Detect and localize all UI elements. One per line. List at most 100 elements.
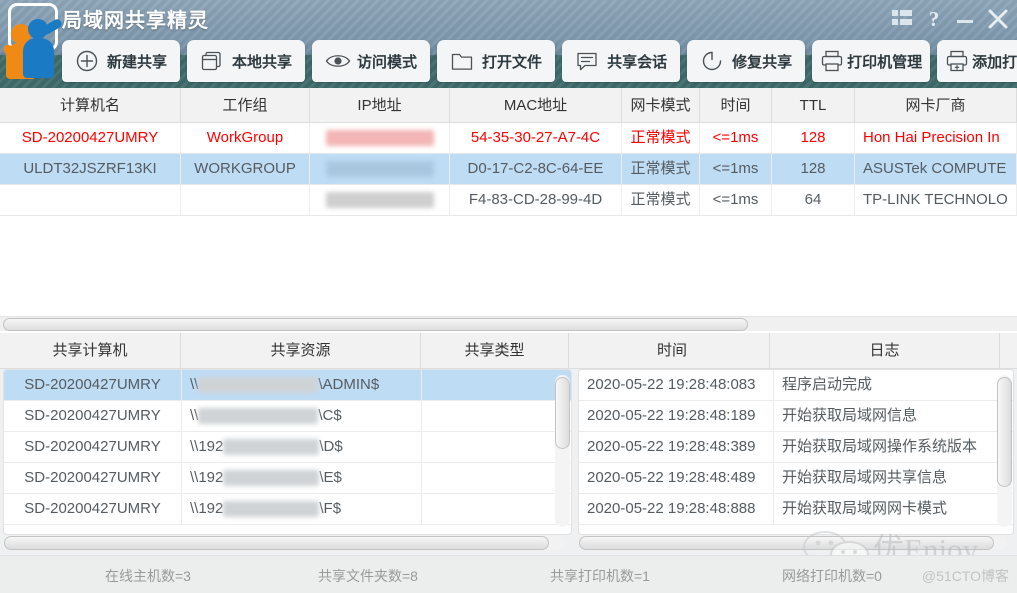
host-table-cell: D0-17-C2-8C-64-EE [450,154,622,184]
log-row[interactable]: 2020-05-22 19:28:48:189 开始获取局域网信息 [579,401,1013,432]
minimize-icon[interactable] [955,8,975,30]
list-item[interactable]: SD-20200427UMRY \\192 \F$ [4,494,571,525]
host-table-cell: ULDT32JSZRF13KI [0,154,181,184]
redacted-region [223,470,320,487]
redacted-region [325,161,434,178]
host-table-hscroll-thumb[interactable] [3,318,748,331]
share-panel-body[interactable]: SD-20200427UMRY \\ \ADMIN$ SD-20200427UMRY \… [3,369,572,535]
host-table-column-header[interactable]: IP地址 [310,88,450,123]
status-bar: 在线主机数=3 共享文件夹数=8 共享打印机数=1 网络打印机数=0 @51CT… [0,555,1017,593]
share-panel-hscrollbar[interactable] [4,536,564,550]
bottom-panels: 共享计算机 共享资源 共享类型 SD-20200427UMRY \\ \ADMIN$ SD… [0,333,1017,555]
share-panel-header: 共享计算机 共享资源 共享类型 [0,333,575,369]
host-table-body[interactable]: SD-20200427UMRY WorkGroup 54-35-30-27-A7-4… [0,123,1017,308]
add-printer-button[interactable]: 添加打印机 [937,40,1017,82]
host-table-cell: Hon Hai Precision In [855,123,1017,153]
share-resource-cell: \\192 \D$ [182,432,422,462]
host-table-column-header[interactable]: 时间 [700,88,772,123]
share-panel-column-header[interactable]: 共享资源 [181,333,421,369]
host-table-cell-empty [700,247,772,277]
new-share-label: 新建共享 [107,53,168,71]
log-panel-vscrollbar[interactable] [997,375,1012,527]
table-row[interactable]: F4-83-CD-28-99-4D 正常模式 <=1ms 64 TP-LINK TECH… [0,185,1017,216]
redacted-region [223,439,320,456]
printer-manage-button[interactable]: 打印机管理 [812,40,931,82]
log-row[interactable]: 2020-05-22 19:28:48:083 程序启动完成 [579,370,1013,401]
access-mode-button[interactable]: 访问模式 [312,40,431,82]
local-share-button[interactable]: 本地共享 [187,40,306,82]
log-panel-header: 时间 日志 [575,333,1017,369]
add-printer-label: 添加打印机 [972,53,1017,71]
host-table-hscrollbar[interactable] [0,316,1017,331]
eye-icon [325,49,351,73]
help-icon[interactable]: ? [925,8,943,30]
access-mode-label: 访问模式 [357,53,418,71]
share-resource-cell: \\192 \E$ [182,463,422,493]
share-resource-cell: \\192 \F$ [182,494,422,524]
refresh-icon [700,49,724,73]
host-table-cell: 128 [772,123,855,153]
host-table-cell: ASUSTek COMPUTE [855,154,1017,184]
log-message-cell: 开始获取局域网共享信息 [782,469,948,486]
close-icon[interactable] [987,8,1009,30]
host-table: 计算机名 工作组 IP地址 MAC地址 网卡模式 时间 TTL 网卡厂商 SD-2020042… [0,88,1017,333]
share-panel-column-header[interactable]: 共享类型 [421,333,569,369]
redacted-region [198,408,319,425]
status-shared-printers: 共享打印机数=1 [550,568,650,584]
share-panel-vscroll-thumb[interactable] [555,377,570,449]
log-message-cell: 开始获取局域网信息 [782,407,918,424]
resource-suffix: \F$ [319,500,342,517]
log-panel-column-header[interactable]: 时间 [575,333,770,369]
host-table-cell [0,185,181,215]
list-item[interactable]: SD-20200427UMRY \\192 \E$ [4,463,571,494]
chat-lines-icon [575,49,599,73]
host-table-column-header[interactable]: MAC地址 [450,88,622,123]
host-table-cell-empty [855,216,1017,246]
log-panel-body[interactable]: 2020-05-22 19:28:48:083 程序启动完成 2020-05-22 … [578,369,1014,535]
host-table-cell: F4-83-CD-28-99-4D [450,185,622,215]
log-panel-hscroll-thumb[interactable] [579,536,994,550]
host-table-column-header[interactable]: 计算机名 [0,88,181,123]
app-window: 局域网共享精灵 ? 新建共享 本地共享 访问模式 打开文件 共享会话 修复共享 … [0,0,1017,593]
table-row[interactable]: ULDT32JSZRF13KI WORKGROUP D0-17-C2-8C-64-E… [0,154,1017,185]
share-panel-vscrollbar[interactable] [555,375,570,527]
log-row[interactable]: 2020-05-22 19:28:48:389 开始获取局域网操作系统版本 [579,432,1013,463]
table-row-empty [0,247,1017,278]
host-table-column-header[interactable]: TTL [772,88,855,123]
host-table-cell-empty [622,216,700,246]
list-item[interactable]: SD-20200427UMRY \\ \C$ [4,401,571,432]
host-table-column-header[interactable]: 网卡模式 [622,88,700,123]
log-panel-vscroll-thumb[interactable] [997,377,1012,487]
printer-icon [820,49,844,73]
share-panel-column-header[interactable]: 共享计算机 [0,333,181,369]
table-row[interactable]: SD-20200427UMRY WorkGroup 54-35-30-27-A7-4… [0,123,1017,154]
host-table-cell: TP-LINK TECHNOLO [855,185,1017,215]
new-share-button[interactable]: 新建共享 [62,40,181,82]
share-type-cell [422,463,542,493]
log-panel-column-header[interactable]: 日志 [770,333,1000,369]
toolbar: 新建共享 本地共享 访问模式 打开文件 共享会话 修复共享 打印机管理 添加打 [62,38,1017,84]
log-row[interactable]: 2020-05-22 19:28:48:888 开始获取局域网网卡模式 [579,494,1013,525]
list-item[interactable]: SD-20200427UMRY \\ \ADMIN$ [4,370,571,401]
share-session-label: 共享会话 [607,53,668,71]
log-row[interactable]: 2020-05-22 19:28:48:489 开始获取局域网共享信息 [579,463,1013,494]
host-table-column-header[interactable]: 网卡厂商 [855,88,1017,123]
host-table-cell [181,185,310,215]
repair-share-button[interactable]: 修复共享 [687,40,806,82]
log-panel-hscrollbar[interactable] [579,536,1007,550]
share-panel-hscroll-thumb[interactable] [4,536,549,550]
share-computer-cell: SD-20200427UMRY [4,463,182,493]
log-time-cell: 2020-05-22 19:28:48:083 [579,370,774,400]
host-table-column-header[interactable]: 工作组 [181,88,310,123]
log-time-cell: 2020-05-22 19:28:48:189 [579,401,774,431]
open-file-button[interactable]: 打开文件 [437,40,556,82]
list-item[interactable]: SD-20200427UMRY \\192 \D$ [4,432,571,463]
share-computer-cell: SD-20200427UMRY [4,432,182,462]
share-session-button[interactable]: 共享会话 [562,40,681,82]
share-computer-cell: SD-20200427UMRY [4,494,182,524]
folder-icon [450,49,474,73]
resource-prefix: \\ [190,376,199,393]
menu-icon[interactable] [891,8,913,30]
log-message-cell: 开始获取局域网操作系统版本 [782,438,978,455]
resource-suffix: \D$ [319,438,343,455]
